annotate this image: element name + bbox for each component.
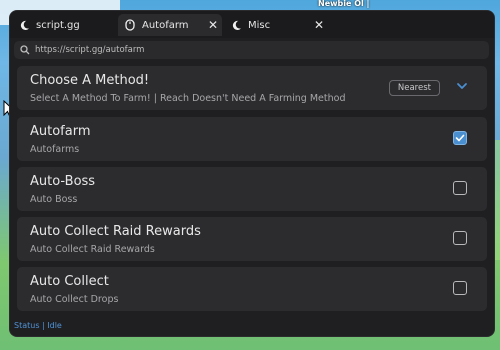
tab-misc[interactable]: Misc ✕ xyxy=(224,14,328,36)
row-subtitle: Auto Collect Raid Rewards xyxy=(30,244,155,255)
chevron-down-icon[interactable] xyxy=(455,81,469,91)
tab-bar: script.gg Autofarm ✕ Misc ✕ xyxy=(10,11,494,38)
method-title: Choose A Method! xyxy=(30,73,150,88)
method-dropdown-row[interactable]: Choose A Method! Select A Method To Farm… xyxy=(17,66,487,110)
row-subtitle: Auto Boss xyxy=(30,194,78,205)
player-nameplate: Newbie Ol | xyxy=(318,0,370,8)
tab-label: Misc xyxy=(248,19,271,31)
toggle-row-auto-collect[interactable]: Auto Collect Auto Collect Drops xyxy=(17,267,487,311)
tab-label: script.gg xyxy=(36,19,80,31)
auto-boss-checkbox[interactable] xyxy=(453,181,467,195)
method-subtitle: Select A Method To Farm! | Reach Doesn't… xyxy=(30,93,346,104)
script-window: script.gg Autofarm ✕ Misc ✕ https://scri… xyxy=(10,11,494,336)
toggle-row-auto-boss[interactable]: Auto-Boss Auto Boss xyxy=(17,167,487,211)
moon-icon xyxy=(18,19,30,31)
tab-autofarm[interactable]: Autofarm ✕ xyxy=(118,14,222,36)
tab-script-gg[interactable]: script.gg xyxy=(12,14,116,36)
mouse-icon xyxy=(124,19,136,31)
row-title: Auto Collect xyxy=(30,274,109,289)
row-title: Auto-Boss xyxy=(30,174,96,189)
checkmark-icon xyxy=(455,134,465,142)
close-icon[interactable]: ✕ xyxy=(208,18,218,32)
row-title: Autofarm xyxy=(30,124,91,139)
moon-icon xyxy=(230,19,242,31)
method-selected-value[interactable]: Nearest xyxy=(388,80,440,96)
address-bar[interactable]: https://script.gg/autofarm xyxy=(14,41,489,59)
toggle-row-autofarm[interactable]: Autofarm Autofarms xyxy=(17,117,487,161)
auto-collect-raid-rewards-checkbox[interactable] xyxy=(453,231,467,245)
status-text: Status | Idle xyxy=(14,321,62,330)
address-url: https://script.gg/autofarm xyxy=(35,45,145,55)
row-subtitle: Auto Collect Drops xyxy=(30,294,119,305)
search-icon xyxy=(20,45,30,55)
tab-label: Autofarm xyxy=(142,19,189,31)
autofarm-checkbox[interactable] xyxy=(453,131,467,145)
row-title: Auto Collect Raid Rewards xyxy=(30,224,201,239)
close-icon[interactable]: ✕ xyxy=(314,18,324,32)
toggle-row-auto-collect-raid-rewards[interactable]: Auto Collect Raid Rewards Auto Collect R… xyxy=(17,217,487,261)
auto-collect-checkbox[interactable] xyxy=(453,281,467,295)
row-subtitle: Autofarms xyxy=(30,144,80,155)
